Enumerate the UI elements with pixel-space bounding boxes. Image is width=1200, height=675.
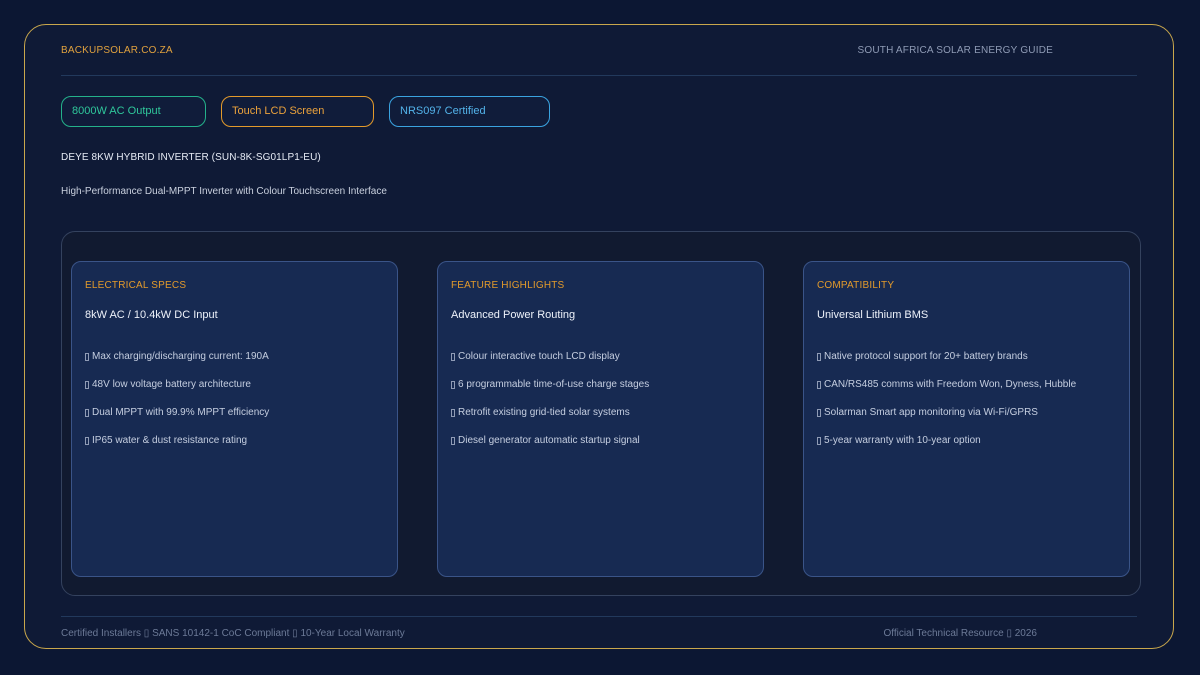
list-item-text: Dual MPPT with 99.9% MPPT efficiency bbox=[92, 407, 270, 418]
guide-title: SOUTH AFRICA SOLAR ENERGY GUIDE bbox=[857, 45, 1053, 56]
badge-touch-lcd: Touch LCD Screen bbox=[221, 96, 374, 127]
list-item: IP65 water & dust resistance rating bbox=[85, 435, 387, 463]
card-heading: Universal Lithium BMS bbox=[817, 309, 929, 321]
brand-name[interactable]: BACKUPSOLAR.CO.ZA bbox=[61, 45, 173, 56]
list-item: Colour interactive touch LCD display bbox=[451, 351, 753, 379]
badge-nrs097: NRS097 Certified bbox=[389, 96, 550, 127]
card-kicker: FEATURE HIGHLIGHTS bbox=[451, 280, 565, 291]
bullet-icon bbox=[451, 409, 455, 417]
bullet-icon bbox=[451, 353, 455, 361]
list-item-text: 6 programmable time-of-use charge stages bbox=[458, 379, 650, 390]
product-subtitle: High-Performance Dual-MPPT Inverter with… bbox=[61, 186, 387, 197]
footer-resource: Official Technical Resource ▯ 2026 bbox=[883, 628, 1037, 639]
bullet-icon bbox=[817, 409, 821, 417]
list-item-text: Retrofit existing grid-tied solar system… bbox=[458, 407, 630, 418]
cards-panel: ELECTRICAL SPECS 8kW AC / 10.4kW DC Inpu… bbox=[61, 231, 1141, 596]
list-item: Retrofit existing grid-tied solar system… bbox=[451, 407, 753, 435]
card-kicker: ELECTRICAL SPECS bbox=[85, 280, 187, 291]
feature-list: Colour interactive touch LCD display 6 p… bbox=[451, 351, 753, 463]
list-item-text: Solarman Smart app monitoring via Wi-Fi/… bbox=[824, 407, 1038, 418]
card-kicker: COMPATIBILITY bbox=[817, 280, 895, 291]
feature-list: Native protocol support for 20+ battery … bbox=[817, 351, 1119, 463]
list-item: Dual MPPT with 99.9% MPPT efficiency bbox=[85, 407, 387, 435]
card-compatibility: COMPATIBILITY Universal Lithium BMS Nati… bbox=[803, 261, 1130, 577]
card-feature-highlights: FEATURE HIGHLIGHTS Advanced Power Routin… bbox=[437, 261, 764, 577]
card-heading: 8kW AC / 10.4kW DC Input bbox=[85, 309, 218, 321]
list-item-text: Max charging/discharging current: 190A bbox=[92, 351, 269, 362]
list-item-text: Native protocol support for 20+ battery … bbox=[824, 351, 1028, 362]
page-frame: BACKUPSOLAR.CO.ZA SOUTH AFRICA SOLAR ENE… bbox=[24, 24, 1174, 649]
list-item: 48V low voltage battery architecture bbox=[85, 379, 387, 407]
list-item-text: 48V low voltage battery architecture bbox=[92, 379, 251, 390]
list-item-text: IP65 water & dust resistance rating bbox=[92, 435, 248, 446]
list-item-text: Colour interactive touch LCD display bbox=[458, 351, 620, 362]
list-item: 5-year warranty with 10-year option bbox=[817, 435, 1119, 463]
bullet-icon bbox=[451, 381, 455, 389]
bullet-icon bbox=[451, 437, 455, 445]
card-heading: Advanced Power Routing bbox=[451, 309, 576, 321]
bullet-icon bbox=[817, 353, 821, 361]
bullet-icon bbox=[85, 353, 89, 361]
bullet-icon bbox=[817, 381, 821, 389]
list-item: Max charging/discharging current: 190A bbox=[85, 351, 387, 379]
bullet-icon bbox=[85, 409, 89, 417]
header: BACKUPSOLAR.CO.ZA SOUTH AFRICA SOLAR ENE… bbox=[61, 45, 1137, 76]
list-item: CAN/RS485 comms with Freedom Won, Dyness… bbox=[817, 379, 1119, 407]
card-electrical-specs: ELECTRICAL SPECS 8kW AC / 10.4kW DC Inpu… bbox=[71, 261, 398, 577]
list-item: Native protocol support for 20+ battery … bbox=[817, 351, 1119, 379]
product-title: DEYE 8KW HYBRID INVERTER (SUN-8K-SG01LP1… bbox=[61, 152, 321, 163]
footer: Certified Installers ▯ SANS 10142-1 CoC … bbox=[61, 616, 1137, 639]
list-item: 6 programmable time-of-use charge stages bbox=[451, 379, 753, 407]
bullet-icon bbox=[85, 381, 89, 389]
badge-ac-output: 8000W AC Output bbox=[61, 96, 206, 127]
list-item-text: CAN/RS485 comms with Freedom Won, Dyness… bbox=[824, 379, 1077, 390]
list-item-text: 5-year warranty with 10-year option bbox=[824, 435, 981, 446]
bullet-icon bbox=[85, 437, 89, 445]
footer-credentials: Certified Installers ▯ SANS 10142-1 CoC … bbox=[61, 628, 405, 639]
list-item: Diesel generator automatic startup signa… bbox=[451, 435, 753, 463]
bullet-icon bbox=[817, 437, 821, 445]
list-item-text: Diesel generator automatic startup signa… bbox=[458, 435, 640, 446]
feature-list: Max charging/discharging current: 190A 4… bbox=[85, 351, 387, 463]
list-item: Solarman Smart app monitoring via Wi-Fi/… bbox=[817, 407, 1119, 435]
